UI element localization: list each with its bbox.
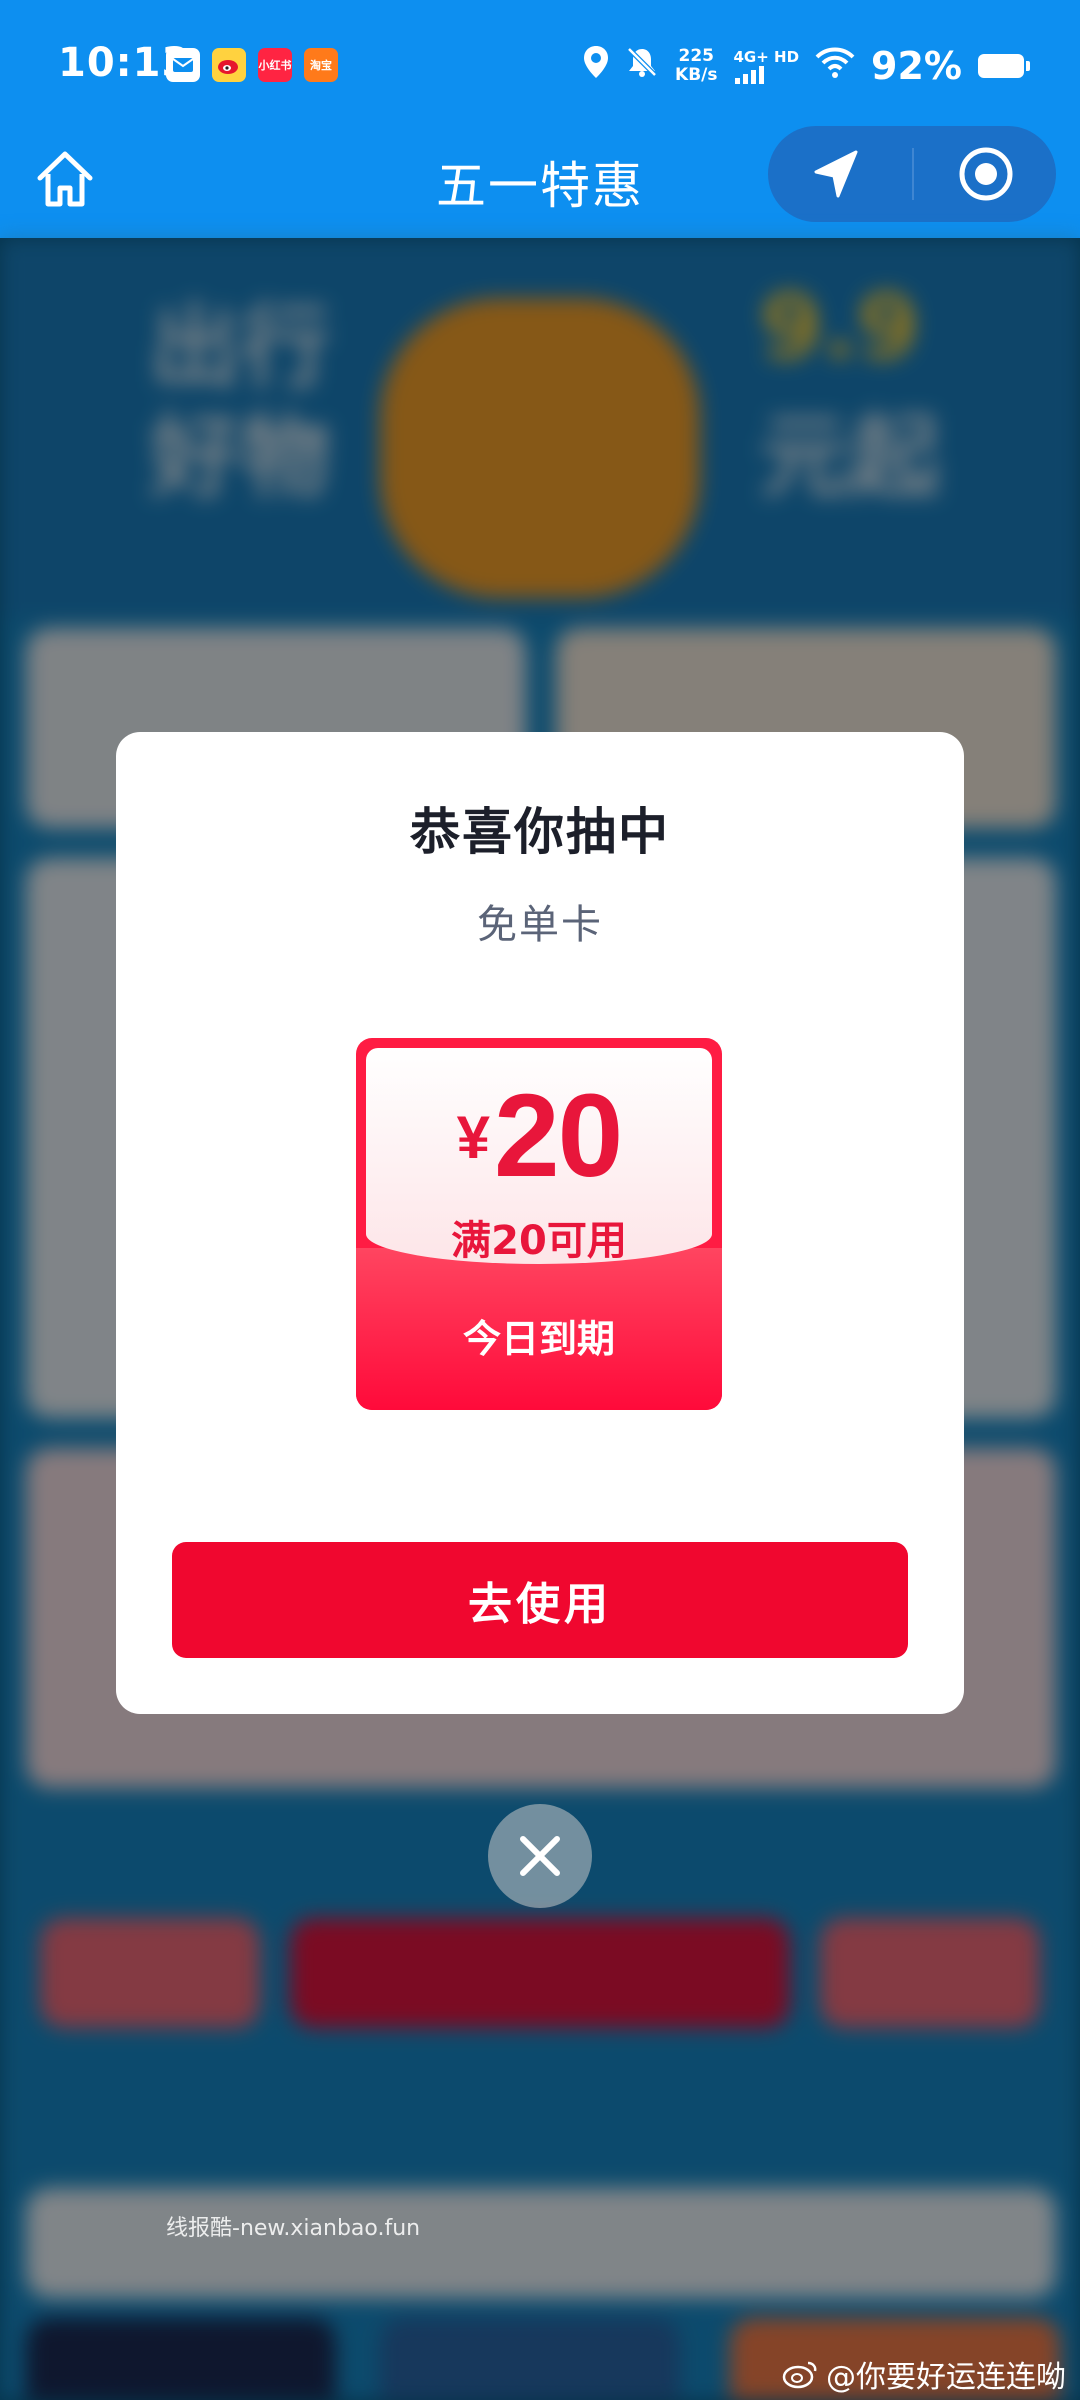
mail-app-icon (166, 48, 200, 82)
xiaohongshu-app-icon: 小红书 (258, 48, 292, 82)
status-bar: 10:13 小红书 淘宝 225 KB/s 4G+ HD 92% (0, 0, 1080, 132)
weibo-icon (782, 2361, 817, 2389)
coupon-value: 20 (494, 1070, 623, 1202)
coupon-condition: 满20可用 (451, 1218, 627, 1264)
title-bar: 五一特惠 (0, 126, 1080, 238)
taobao-app-icon: 淘宝 (304, 48, 338, 82)
dialog-subtitle: 免单卡 (477, 902, 603, 948)
cellular-signal-icon: 4G+ HD (733, 47, 800, 84)
target-icon (959, 147, 1013, 201)
use-coupon-button[interactable]: 去使用 (172, 1542, 908, 1658)
dialog-title: 恭喜你抽中 (410, 803, 670, 861)
speed-value: 225 (678, 46, 715, 66)
navigation-arrow-icon (814, 150, 858, 198)
mini-program-capsule (768, 126, 1056, 222)
close-miniprogram-button[interactable] (956, 144, 1016, 204)
coupon-card: ¥20 满20可用 今日到期 (356, 1038, 722, 1410)
watermark-right-text: @你要好运连连呦 (826, 2360, 1066, 2395)
battery-icon (978, 54, 1030, 78)
network-type: 4G+ HD (733, 47, 800, 66)
capsule-divider (912, 148, 914, 200)
location-icon (583, 44, 609, 88)
mute-icon (625, 44, 659, 88)
currency-symbol: ¥ (456, 1104, 491, 1171)
prize-dialog: 恭喜你抽中 免单卡 ¥20 满20可用 今日到期 去使用 (116, 732, 964, 1714)
network-speed: 225 KB/s (675, 47, 717, 85)
share-button[interactable] (806, 146, 866, 202)
watermark-left: 线报酷-new.xianbao.fun (166, 2216, 421, 2241)
watermark-right: @你要好运连连呦 (782, 2352, 1066, 2396)
speed-unit: KB/s (675, 65, 718, 85)
coupon-expiry: 今日到期 (462, 1317, 615, 1361)
battery-percent: 92% (871, 44, 962, 88)
coupon-amount: ¥20 (356, 1068, 722, 1204)
close-icon (520, 1836, 560, 1876)
wifi-icon (815, 44, 855, 88)
weibo-app-icon (212, 48, 246, 82)
close-dialog-button[interactable] (488, 1804, 592, 1908)
